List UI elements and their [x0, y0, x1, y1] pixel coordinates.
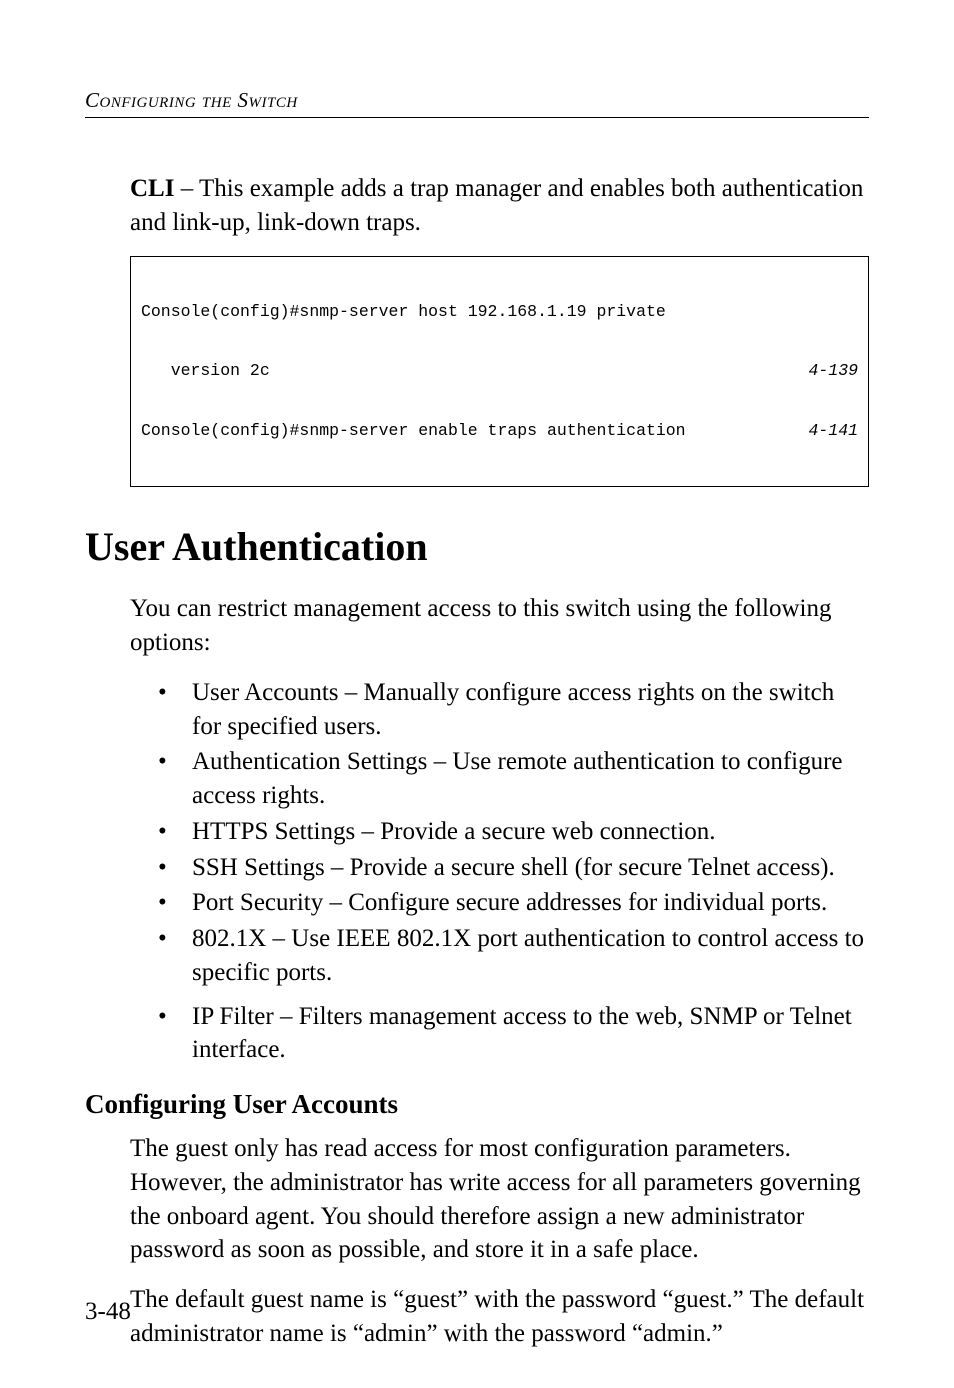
- section-title: User Authentication: [85, 523, 869, 570]
- running-head-text: Configuring the Switch: [85, 88, 298, 112]
- code-line-2: version 2c 4-139: [141, 361, 858, 381]
- code-text: version 2c: [141, 361, 270, 381]
- code-page-ref: 4-139: [808, 361, 858, 381]
- cli-code-block: Console(config)#snmp-server host 192.168…: [130, 256, 869, 488]
- list-item: Port Security – Configure secure address…: [158, 886, 869, 920]
- cli-bold: CLI: [130, 175, 174, 202]
- intro-rest: – This example adds a trap manager and e…: [130, 175, 863, 236]
- list-item: HTTPS Settings – Provide a secure web co…: [158, 815, 869, 849]
- page-number: 3-48: [85, 1298, 131, 1326]
- list-item: Authentication Settings – Use remote aut…: [158, 745, 869, 813]
- list-item: SSH Settings – Provide a secure shell (f…: [158, 851, 869, 885]
- subsection-paragraph-2: The default guest name is “guest” with t…: [130, 1283, 869, 1351]
- page-header: Configuring the Switch: [85, 88, 869, 118]
- subsection-paragraph-1: The guest only has read access for most …: [130, 1132, 869, 1267]
- intro-paragraph: CLI – This example adds a trap manager a…: [130, 172, 869, 240]
- code-text: Console(config)#snmp-server host 192.168…: [141, 302, 666, 322]
- subsection-title: Configuring User Accounts: [85, 1089, 869, 1120]
- list-item: IP Filter – Filters management access to…: [158, 1000, 869, 1068]
- code-page-ref: 4-141: [808, 421, 858, 441]
- list-item: User Accounts – Manually configure acces…: [158, 676, 869, 744]
- list-item: 802.1X – Use IEEE 802.1X port authentica…: [158, 922, 869, 990]
- options-list: User Accounts – Manually configure acces…: [158, 676, 869, 1067]
- code-text: Console(config)#snmp-server enable traps…: [141, 421, 686, 441]
- section-intro: You can restrict management access to th…: [130, 592, 869, 660]
- page-content: CLI – This example adds a trap manager a…: [85, 172, 869, 1351]
- code-line-1: Console(config)#snmp-server host 192.168…: [141, 302, 858, 322]
- code-line-3: Console(config)#snmp-server enable traps…: [141, 421, 858, 441]
